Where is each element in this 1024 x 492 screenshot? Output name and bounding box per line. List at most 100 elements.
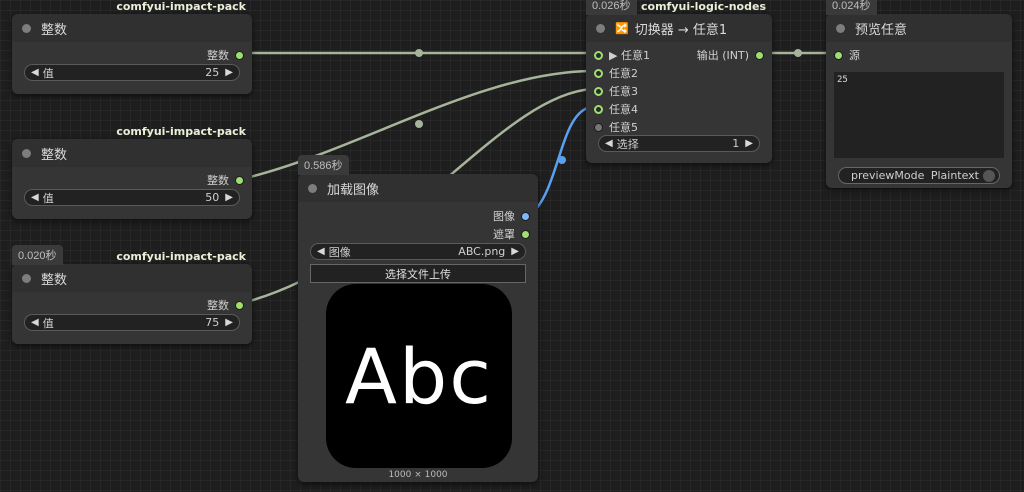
widget-value[interactable]: 25 (205, 66, 219, 79)
decrement-arrow-icon[interactable]: ◀ (31, 317, 39, 328)
output-dot-icon[interactable] (235, 50, 244, 60)
output-slot-int[interactable]: 整数 (207, 172, 244, 188)
output-dot-icon[interactable] (521, 211, 530, 221)
wire-midpoint (794, 49, 802, 57)
next-arrow-icon[interactable]: ▶ (511, 246, 519, 257)
input-label: 任意3 (609, 85, 638, 98)
input-slot-any4[interactable]: 任意4 (594, 101, 638, 117)
increment-arrow-icon[interactable]: ▶ (225, 192, 233, 203)
input-slot-any3[interactable]: 任意3 (594, 83, 638, 99)
image-select-widget[interactable]: ◀ 图像 ABC.png ▶ (310, 243, 526, 260)
value-widget[interactable]: ◀ 值 75 ▶ (24, 314, 240, 331)
widget-value[interactable]: 1 (732, 137, 739, 150)
output-slot-int[interactable]: 整数 (207, 47, 244, 63)
increment-arrow-icon[interactable]: ▶ (745, 138, 753, 149)
node-header[interactable]: 整数 (12, 264, 252, 292)
image-preview: Abc (326, 284, 512, 468)
execution-time-tag: 0.026秒 (586, 0, 637, 15)
execution-time-tag: 0.586秒 (298, 155, 349, 175)
output-slot-image[interactable]: 图像 (493, 208, 530, 224)
wire-image-to-any4 (530, 105, 593, 215)
node-status-dot (308, 183, 317, 193)
integer-node-2[interactable]: comfyui-impact-pack 整数 整数 ◀ 值 50 ▶ (12, 125, 252, 219)
node-source-tag: comfyui-impact-pack (116, 125, 246, 138)
output-label: 整数 (207, 299, 229, 312)
upload-button[interactable]: 选择文件上传 (310, 264, 526, 283)
preview-mode-toggle[interactable]: previewMode Plaintext (838, 167, 1000, 184)
wire-midpoint (558, 156, 566, 164)
node-header[interactable]: 加载图像 (298, 174, 538, 202)
load-image-node[interactable]: 0.586秒 加载图像 图像 遮罩 ◀ 图像 ABC.png ▶ 选择文件上传 … (298, 155, 538, 482)
toggle-value: Plaintext (930, 169, 979, 182)
output-label: 输出 (INT) (696, 49, 749, 62)
input-label: 任意5 (609, 121, 638, 134)
output-slot-mask[interactable]: 遮罩 (493, 226, 530, 242)
decrement-arrow-icon[interactable]: ◀ (31, 67, 39, 78)
switch-node[interactable]: 0.026秒 comfyui-logic-nodes 🔀 切换器 → 任意1 ▶… (586, 0, 772, 163)
increment-arrow-icon[interactable]: ▶ (225, 67, 233, 78)
node-title: 整数 (41, 22, 68, 38)
widget-value[interactable]: 50 (205, 191, 219, 204)
wire-midpoint (415, 120, 423, 128)
widget-label: 值 (42, 191, 54, 205)
select-widget[interactable]: ◀ 选择 1 ▶ (598, 135, 760, 152)
value-widget[interactable]: ◀ 值 25 ▶ (24, 64, 240, 81)
output-dot-icon[interactable] (521, 229, 530, 239)
node-status-dot (836, 23, 845, 33)
node-header[interactable]: 整数 (12, 139, 252, 167)
execution-time-tag: 0.024秒 (826, 0, 877, 15)
toggle-knob-icon[interactable] (983, 169, 995, 182)
preview-text: Abc (344, 331, 494, 421)
node-header[interactable]: 预览任意 (826, 14, 1012, 42)
node-title: 预览任意 (855, 22, 908, 38)
node-status-dot (596, 23, 605, 33)
input-slot-source[interactable]: 源 (834, 47, 860, 63)
input-label: 源 (849, 49, 860, 62)
node-title: 整数 (41, 147, 68, 163)
node-title: 整数 (41, 272, 68, 288)
node-header[interactable]: 🔀 切换器 → 任意1 (586, 14, 772, 42)
output-label: 整数 (207, 174, 229, 187)
preview-any-node[interactable]: 0.024秒 预览任意 源 25 previewMode Plaintext (826, 0, 1012, 188)
node-source-tag: comfyui-impact-pack (116, 250, 246, 263)
input-slot-any2[interactable]: 任意2 (594, 65, 638, 81)
input-dot-icon[interactable] (594, 104, 603, 114)
node-title: 加载图像 (327, 182, 380, 198)
input-slot-any5[interactable]: 任意5 (594, 119, 638, 135)
input-dot-icon[interactable] (594, 50, 603, 60)
preview-text-area[interactable]: 25 (834, 72, 1004, 158)
integer-node-1[interactable]: comfyui-impact-pack 整数 整数 ◀ 值 25 ▶ (12, 0, 252, 94)
wire-midpoint (415, 49, 423, 57)
input-dot-icon[interactable] (594, 122, 603, 132)
output-slot-int[interactable]: 输出 (INT) (697, 47, 764, 63)
switch-icon: 🔀 (615, 21, 629, 35)
output-dot-icon[interactable] (235, 175, 244, 185)
output-dot-icon[interactable] (235, 300, 244, 310)
integer-node-3[interactable]: 0.020秒 comfyui-impact-pack 整数 整数 ◀ 值 75 … (12, 245, 252, 344)
output-dot-icon[interactable] (755, 50, 764, 60)
output-label: 图像 (493, 210, 515, 223)
execution-time-tag: 0.020秒 (12, 245, 63, 265)
output-slot-int[interactable]: 整数 (207, 297, 244, 313)
input-slot-any1[interactable]: ▶ 任意1 (594, 47, 650, 63)
input-label: ▶ 任意1 (609, 49, 650, 62)
decrement-arrow-icon[interactable]: ◀ (31, 192, 39, 203)
decrement-arrow-icon[interactable]: ◀ (605, 138, 613, 149)
input-dot-icon[interactable] (834, 50, 843, 60)
output-label: 整数 (207, 49, 229, 62)
node-source-tag: comfyui-impact-pack (116, 0, 246, 13)
output-label: 遮罩 (493, 228, 515, 241)
input-label: 任意2 (609, 67, 638, 80)
input-dot-icon[interactable] (594, 86, 603, 96)
widget-value[interactable]: ABC.png (458, 245, 505, 258)
input-label: 任意4 (609, 103, 638, 116)
increment-arrow-icon[interactable]: ▶ (225, 317, 233, 328)
input-dot-icon[interactable] (594, 68, 603, 78)
widget-value[interactable]: 75 (205, 316, 219, 329)
node-status-dot (22, 23, 31, 33)
node-header[interactable]: 整数 (12, 14, 252, 42)
widget-label: 选择 (616, 137, 639, 151)
image-size-label: 1000 × 1000 (388, 470, 448, 480)
previous-arrow-icon[interactable]: ◀ (317, 246, 325, 257)
value-widget[interactable]: ◀ 值 50 ▶ (24, 189, 240, 206)
